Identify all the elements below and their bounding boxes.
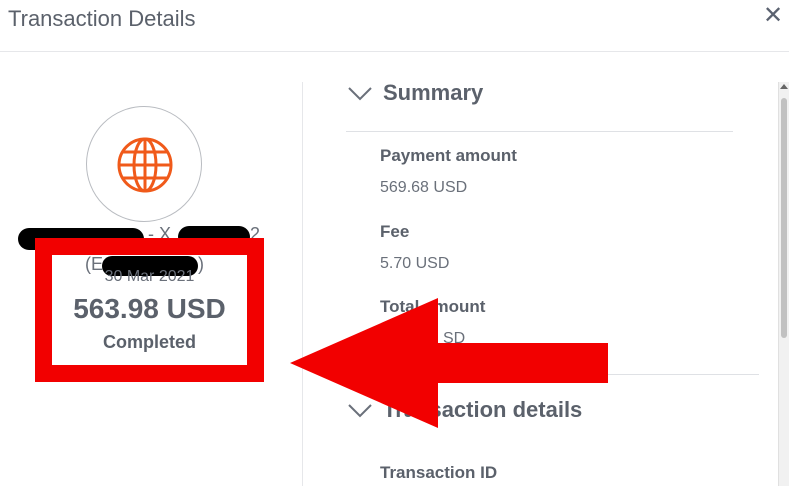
transaction-summary-card: 30 Mar 2021 563.98 USD Completed: [53, 256, 246, 364]
scroll-up-arrow[interactable]: [780, 84, 788, 89]
payment-amount-value: 569.68 USD: [380, 179, 468, 196]
transaction-amount: 563.98 USD: [73, 293, 226, 324]
summary-divider: [346, 131, 733, 132]
red-arrow-annotation: [290, 298, 608, 428]
transaction-date: 30 Mar 2021: [104, 268, 195, 285]
chevron-down-icon: [348, 87, 372, 101]
scroll-thumb[interactable]: [781, 98, 787, 338]
dialog-title: Transaction Details: [8, 6, 196, 31]
fee-label: Fee: [380, 222, 410, 241]
close-icon[interactable]: ✕: [761, 4, 785, 28]
avatar: [86, 106, 202, 222]
transaction-id-label: Transaction ID: [380, 463, 498, 482]
fee-value: 5.70 USD: [380, 255, 450, 272]
globe-icon: [117, 137, 173, 193]
summary-heading: Summary: [383, 80, 484, 105]
scrollbar[interactable]: [778, 82, 789, 486]
dialog-header: Transaction Details ✕: [0, 0, 789, 52]
transaction-status: Completed: [102, 332, 196, 352]
payment-amount-label: Payment amount: [380, 146, 517, 165]
